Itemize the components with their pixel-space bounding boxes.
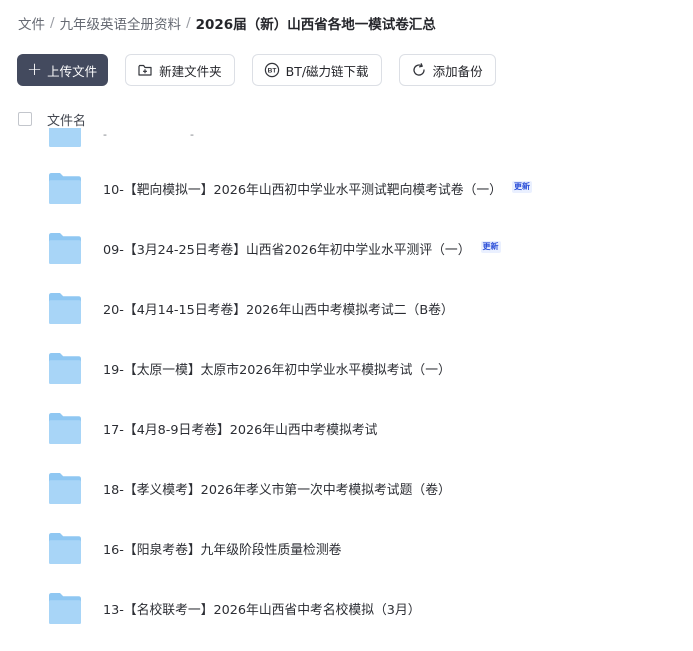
new-folder-icon xyxy=(137,62,153,78)
bt-download-button-label: BT/磁力链下载 xyxy=(285,63,369,79)
list-item[interactable]: 16-【阳泉考卷】九年级阶段性质量检测卷 xyxy=(47,529,341,567)
toolbar: + 上传文件 新建文件夹 BT BT/磁力链下载 添加备份 xyxy=(17,54,513,86)
partial-row-text: - xyxy=(190,128,194,141)
folder-icon xyxy=(49,533,81,564)
breadcrumb: 文件 / 九年级英语全册资料 / 2026届（新）山西省各地一模试卷汇总 xyxy=(18,12,436,34)
partial-row-text: - xyxy=(103,128,107,141)
bt-download-button[interactable]: BT BT/磁力链下载 xyxy=(251,54,382,86)
list-item[interactable]: 18-【孝义模考】2026年孝义市第一次中考模拟考试题（卷） xyxy=(47,469,451,507)
new-folder-button-label: 新建文件夹 xyxy=(159,63,222,79)
file-name: 18-【孝义模考】2026年孝义市第一次中考模拟考试题（卷） xyxy=(103,482,451,498)
updated-badge: 更新 xyxy=(511,181,532,193)
folder-icon xyxy=(49,233,81,264)
breadcrumb-current: 2026届（新）山西省各地一模试卷汇总 xyxy=(195,17,436,33)
list-item[interactable]: 09-【3月24-25日考卷】山西省2026年初中学业水平测评（一） 更新 xyxy=(47,229,501,267)
updated-badge: 更新 xyxy=(480,241,501,253)
folder-icon xyxy=(49,293,81,324)
upload-button[interactable]: + 上传文件 xyxy=(17,54,109,86)
list-item[interactable]: 13-【名校联考一】2026年山西省中考名校模拟（3月） xyxy=(47,589,421,627)
breadcrumb-item-grade9-english[interactable]: 九年级英语全册资料 xyxy=(60,13,182,33)
folder-icon xyxy=(49,353,81,384)
bt-icon-text: BT xyxy=(267,67,276,74)
file-name: 16-【阳泉考卷】九年级阶段性质量检测卷 xyxy=(103,542,342,558)
new-folder-button[interactable]: 新建文件夹 xyxy=(125,54,235,86)
add-backup-button[interactable]: 添加备份 xyxy=(398,54,496,86)
folder-icon xyxy=(49,473,81,504)
folder-icon xyxy=(49,413,81,444)
add-backup-button-label: 添加备份 xyxy=(432,63,483,79)
folder-icon xyxy=(49,128,81,147)
folder-icon xyxy=(49,593,81,624)
plus-icon: + xyxy=(27,59,43,80)
select-all-checkbox[interactable] xyxy=(18,112,32,126)
column-header-filename[interactable]: 文件名 xyxy=(47,110,86,129)
file-name: 13-【名校联考一】2026年山西省中考名校模拟（3月） xyxy=(103,602,421,618)
file-name: 10-【靶向模拟一】2026年山西初中学业水平测试靶向模考试卷（一） xyxy=(103,182,502,198)
list-item[interactable]: 19-【太原一模】太原市2026年初中学业水平模拟考试（一） xyxy=(47,349,451,387)
breadcrumb-item-files[interactable]: 文件 xyxy=(18,13,45,33)
file-name: 19-【太原一模】太原市2026年初中学业水平模拟考试（一） xyxy=(103,362,451,378)
list-item[interactable]: 17-【4月8-9日考卷】2026年山西中考模拟考试 xyxy=(47,409,377,447)
folder-icon xyxy=(49,173,81,204)
file-name: 17-【4月8-9日考卷】2026年山西中考模拟考试 xyxy=(103,422,378,438)
list-item-partial[interactable]: - - xyxy=(47,128,247,150)
refresh-icon xyxy=(411,62,427,78)
breadcrumb-separator: / xyxy=(50,15,55,31)
upload-button-label: 上传文件 xyxy=(47,63,98,79)
list-item[interactable]: 10-【靶向模拟一】2026年山西初中学业水平测试靶向模考试卷（一） 更新 xyxy=(47,169,532,207)
list-header: 文件名 xyxy=(18,110,86,129)
list-item[interactable]: 20-【4月14-15日考卷】2026年山西中考模拟考试二（B卷） xyxy=(47,289,454,327)
file-name: 09-【3月24-25日考卷】山西省2026年初中学业水平测评（一） xyxy=(103,242,471,258)
bt-icon: BT xyxy=(264,62,280,78)
file-name: 20-【4月14-15日考卷】2026年山西中考模拟考试二（B卷） xyxy=(103,302,454,318)
breadcrumb-separator: / xyxy=(186,15,191,31)
